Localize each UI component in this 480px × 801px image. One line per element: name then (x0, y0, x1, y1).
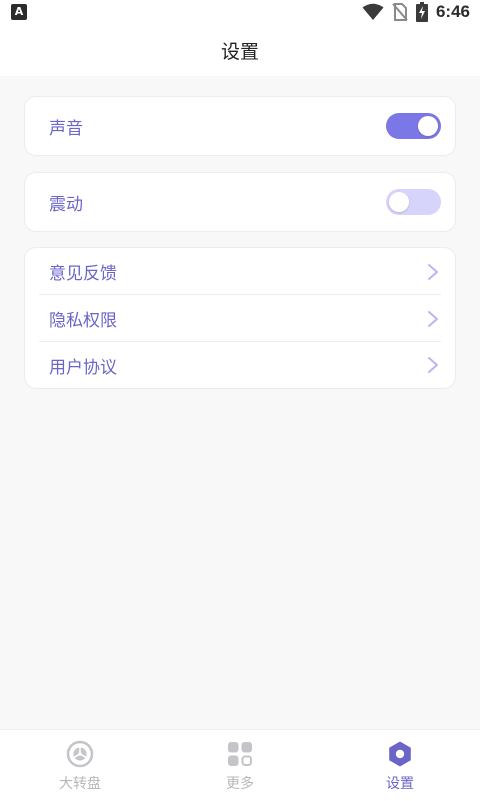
links-card: 意见反馈 隐私权限 用户协议 (24, 247, 456, 389)
bottom-tab-bar: 大转盘 更多 设置 (0, 729, 480, 801)
sound-card: 声音 (24, 96, 456, 156)
tab-settings[interactable]: 设置 (320, 730, 480, 801)
agreement-row[interactable]: 用户协议 (25, 342, 455, 388)
wheel-icon (66, 740, 94, 768)
feedback-row[interactable]: 意见反馈 (25, 248, 455, 295)
agreement-label: 用户协议 (49, 357, 117, 378)
sound-label: 声音 (49, 118, 83, 139)
sound-toggle[interactable] (386, 113, 441, 139)
toggle-knob (418, 116, 438, 136)
toggle-knob (389, 192, 409, 212)
tab-more[interactable]: 更多 (160, 730, 320, 801)
chevron-right-icon (428, 357, 438, 373)
vibration-toggle[interactable] (386, 189, 441, 215)
privacy-label: 隐私权限 (49, 311, 117, 331)
feedback-label: 意见反馈 (49, 264, 117, 284)
tab-label: 更多 (226, 776, 254, 792)
no-sim-icon (392, 3, 408, 21)
vibration-label: 震动 (49, 194, 83, 215)
gear-icon (389, 741, 411, 767)
status-icons: 6:46 (362, 1, 470, 23)
wifi-icon (362, 3, 384, 20)
vibration-card: 震动 (24, 172, 456, 232)
header: 设置 (0, 24, 480, 76)
app-notification-icon: A (11, 4, 27, 20)
privacy-row[interactable]: 隐私权限 (25, 295, 455, 342)
tab-label: 设置 (386, 776, 414, 792)
chevron-right-icon (428, 263, 438, 280)
page-title: 设置 (220, 40, 259, 63)
tab-label: 大转盘 (59, 776, 101, 792)
grid-icon (228, 742, 252, 766)
sound-row: 声音 (25, 97, 455, 155)
status-bar: A 6:46 (0, 0, 480, 24)
vibration-row: 震动 (25, 173, 455, 231)
battery-charging-icon (415, 2, 428, 22)
tab-wheel[interactable]: 大转盘 (0, 730, 160, 801)
status-time: 6:46 (435, 2, 470, 21)
chevron-right-icon (428, 310, 438, 327)
